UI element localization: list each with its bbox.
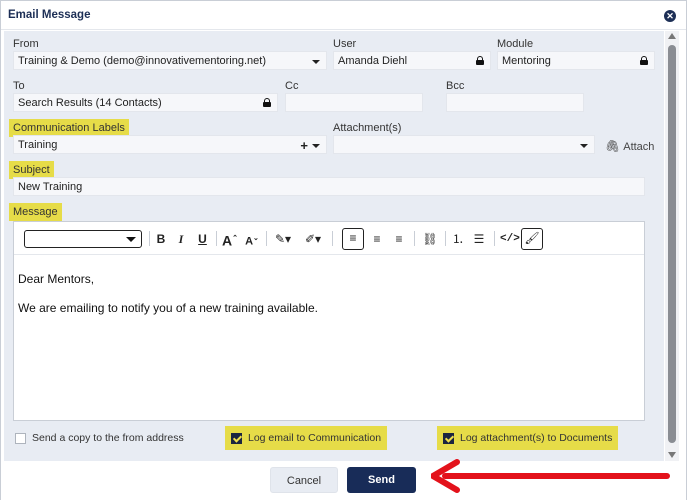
message-line: Dear Mentors, [18,272,95,286]
send-button[interactable]: Send [347,467,416,493]
dialog-titlebar: Email Message ✕ [1,1,686,30]
to-value: Search Results (14 Contacts) [18,97,162,109]
toolbar-divider [445,231,446,246]
paperclip-icon: 🖇 [605,139,621,153]
log-email-label: Log email to Communication [248,432,382,444]
scrollbar-thumb[interactable] [668,45,676,443]
attachments-label: Attachment(s) [333,122,402,134]
module-label: Module [497,38,534,50]
message-label: Message [9,203,62,221]
editor-toolbar: B I U A⌃ A⌄ ✎▾ ✐▾ ≡ ≡ ≡ ⛓ ⒈ ☰ </> 🖌 [14,222,644,255]
log-email-checkbox[interactable] [231,432,242,444]
module-field: Mentoring [497,51,655,70]
communication-labels-value: Training [18,139,58,151]
cc-input[interactable] [285,93,423,112]
copy-to-from-checkbox[interactable] [15,432,26,444]
toolbar-divider [216,231,217,246]
scroll-up-icon[interactable] [668,33,676,39]
message-line: We are emailing to notify you of a new t… [18,301,318,315]
italic-button[interactable]: I [175,230,187,248]
toolbar-divider [332,231,333,246]
attach-link[interactable]: 🖇 Attach [605,139,654,153]
to-label: To [13,80,25,92]
bcc-input[interactable] [446,93,584,112]
to-field: Search Results (14 Contacts) [13,93,278,112]
message-editor[interactable]: B I U A⌃ A⌄ ✎▾ ✐▾ ≡ ≡ ≡ ⛓ ⒈ ☰ </> 🖌 Dear… [13,221,645,421]
subject-input[interactable]: New Training [13,177,645,196]
cancel-button[interactable]: Cancel [270,467,338,493]
chevron-down-icon [312,60,320,64]
chevron-down-icon[interactable] [312,144,320,148]
font-size-up-button[interactable]: A⌃ [222,230,238,249]
underline-button[interactable]: U [196,230,209,248]
email-message-dialog: Email Message ✕ From Training & Demo (de… [0,0,687,500]
toolbar-divider [494,231,495,246]
module-value: Mentoring [502,55,551,67]
user-field: Amanda Diehl [333,51,491,70]
text-color-icon[interactable]: ✎▾ [272,230,294,248]
attach-label: Attach [623,141,655,153]
close-icon[interactable]: ✕ [664,10,676,22]
copy-to-from-label: Send a copy to the from address [32,432,184,444]
scrollbar[interactable] [665,31,679,461]
lock-icon [476,56,484,65]
from-select[interactable]: Training & Demo (demo@innovativementorin… [13,51,327,70]
subject-value: New Training [18,181,83,193]
dialog-title: Email Message [8,9,91,21]
toolbar-divider [266,231,267,246]
font-size-down-button[interactable]: A⌄ [245,230,259,248]
from-value: Training & Demo (demo@innovativementorin… [18,55,266,67]
log-email-option[interactable]: Log email to Communication [225,426,388,450]
lock-icon [640,56,648,65]
align-right-icon[interactable]: ≡ [392,230,406,248]
log-attachments-checkbox[interactable] [443,432,454,444]
chevron-down-icon [580,144,588,148]
ordered-list-icon[interactable]: ⒈ [451,230,465,248]
toolbar-divider [414,231,415,246]
bold-button[interactable]: B [154,230,168,248]
clear-format-icon[interactable]: 🖌 [521,228,543,250]
log-attachments-option[interactable]: Log attachment(s) to Documents [437,426,619,450]
annotation-arrow-icon [431,459,670,493]
link-icon[interactable]: ⛓ [422,230,438,248]
communication-labels-select[interactable]: Training + [13,135,327,154]
user-label: User [333,38,357,50]
user-value: Amanda Diehl [338,55,408,67]
code-view-icon[interactable]: </> [500,230,520,248]
scroll-down-icon[interactable] [668,452,676,458]
copy-to-from-option[interactable]: Send a copy to the from address [15,432,184,444]
add-icon[interactable]: + [300,138,308,153]
editor-content[interactable]: Dear Mentors, We are emailing to notify … [18,272,318,330]
highlight-icon[interactable]: ✐▾ [302,230,324,248]
log-attachments-label: Log attachment(s) to Documents [460,432,613,444]
chevron-down-icon [126,237,136,242]
align-left-icon[interactable]: ≡ [342,228,364,250]
from-label: From [13,38,39,50]
bcc-label: Bcc [446,80,465,92]
toolbar-divider [149,231,150,246]
lock-icon [263,98,271,107]
font-family-select[interactable] [24,230,142,248]
align-center-icon[interactable]: ≡ [370,230,384,248]
attachments-select[interactable] [333,135,595,154]
bullet-list-icon[interactable]: ☰ [472,230,486,248]
cc-label: Cc [285,80,299,92]
